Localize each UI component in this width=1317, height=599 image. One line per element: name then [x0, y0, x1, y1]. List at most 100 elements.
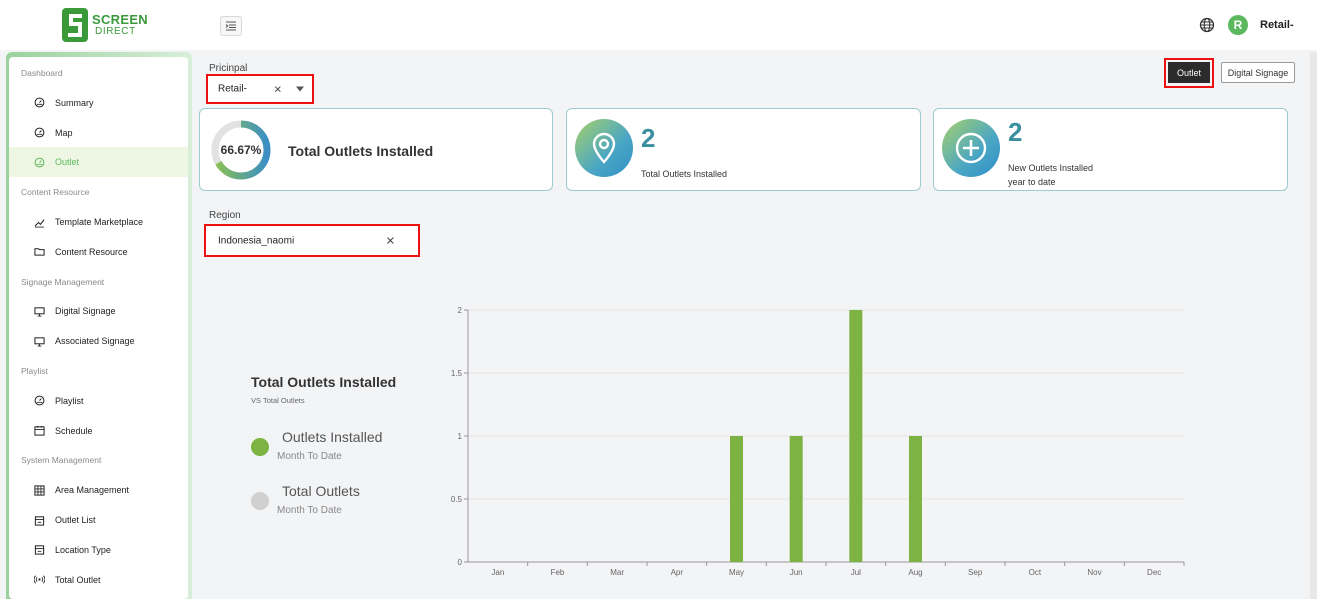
principal-clear-icon[interactable]: ×: [274, 82, 282, 97]
gauge-icon: [33, 97, 45, 109]
signal-icon: [33, 574, 45, 586]
bar-may[interactable]: [730, 436, 743, 562]
new-outlets-card: 2 New Outlets Installed year to date: [933, 108, 1288, 191]
menu-icon: [225, 21, 236, 31]
sidebar-item-map[interactable]: Map: [9, 118, 188, 148]
avatar[interactable]: R: [1228, 15, 1248, 35]
x-tick-label: Oct: [1029, 568, 1042, 577]
gauge-icon: [33, 395, 45, 407]
sidebar-item-area-management[interactable]: Area Management: [9, 475, 188, 505]
chart-legend-title: Total Outlets Installed: [251, 374, 397, 390]
sidebar-item-digital-signage[interactable]: Digital Signage: [9, 296, 188, 326]
installed-percentage-card: 66.67% Total Outlets Installed: [199, 108, 553, 191]
logo-mark: [62, 8, 88, 42]
chevron-down-icon[interactable]: [296, 86, 304, 92]
sidebar-item-location-type[interactable]: Location Type: [9, 535, 188, 565]
sidebar-section-content-resource: Content Resource: [9, 177, 188, 207]
sidebar-section-system-management: System Management: [9, 445, 188, 475]
sidebar-section-signage-management: Signage Management: [9, 267, 188, 297]
card-title: Total Outlets Installed: [288, 143, 434, 159]
x-tick-label: Jan: [491, 568, 504, 577]
calendar-icon: [33, 425, 45, 437]
x-tick-label: Jul: [851, 568, 861, 577]
sidebar-item-label: Template Marketplace: [55, 217, 144, 227]
monitor-icon: [33, 335, 45, 347]
sidebar-item-schedule[interactable]: Schedule: [9, 416, 188, 446]
bar-aug[interactable]: [909, 436, 922, 562]
chart-line-icon: [33, 216, 45, 228]
legend-dot-installed: [251, 438, 269, 456]
region-value: Indonesia_naomi: [218, 235, 295, 246]
map-pin-icon: [575, 119, 633, 177]
principal-value: Retail-: [218, 83, 247, 95]
legend-item-sub: Month To Date: [277, 451, 342, 462]
principal-label: Pricinpal: [209, 63, 248, 74]
sidebar-section-dashboard: Dashboard: [9, 58, 188, 88]
sidebar-item-content-resource[interactable]: Content Resource: [9, 237, 188, 267]
gauge-icon: [33, 156, 45, 168]
sidebar: Dashboard Summary Map Outlet Content Resourc…: [9, 57, 188, 599]
region-select[interactable]: Indonesia_naomi ×: [204, 224, 420, 257]
sidebar-item-label: Total Outlet: [55, 574, 101, 585]
top-bar: SCREEN DIRECT R Retail-: [0, 0, 1317, 50]
sidebar-item-label: Schedule: [55, 425, 93, 436]
sidebar-item-outlet-list[interactable]: Outlet List: [9, 505, 188, 535]
digital-signage-view-button[interactable]: Digital Signage: [1221, 62, 1295, 83]
new-outlets-value: 2: [1008, 117, 1023, 147]
sidebar-item-label: Content Resource: [55, 246, 128, 257]
y-tick-label: 1: [458, 432, 463, 441]
x-tick-label: Feb: [551, 568, 565, 577]
x-tick-label: May: [729, 568, 744, 577]
chart-legend-subtitle: VS Total Outlets: [251, 396, 305, 405]
legend-item-sub: Month To Date: [277, 505, 342, 516]
sidebar-item-template-marketplace[interactable]: Template Marketplace: [9, 207, 188, 237]
globe-icon[interactable]: [1199, 17, 1215, 33]
sidebar-item-label: Map: [55, 127, 73, 138]
bar-jul[interactable]: [849, 310, 863, 562]
principal-select[interactable]: Retail- ×: [206, 74, 314, 104]
menu-toggle-button[interactable]: [220, 16, 242, 36]
legend-dot-total: [251, 492, 269, 510]
new-outlets-label-line1: New Outlets Installed: [1008, 163, 1094, 173]
grid-icon: [33, 484, 45, 496]
x-tick-label: Dec: [1147, 568, 1161, 577]
x-tick-label: Aug: [908, 568, 922, 577]
page-scrollbar[interactable]: [1310, 52, 1317, 599]
y-tick-label: 1.5: [451, 369, 463, 378]
sidebar-item-label: Location Type: [55, 544, 111, 555]
legend-item-name: Outlets Installed: [282, 429, 383, 445]
sidebar-item-outlet[interactable]: Outlet: [9, 147, 188, 178]
total-outlets-label: Total Outlets Installed: [641, 169, 728, 179]
brand-name-line2: DIRECT: [95, 26, 136, 37]
sidebar-item-label: Signage Management: [21, 276, 105, 287]
sidebar-item-label: System Management: [21, 455, 102, 466]
store-icon: [33, 544, 45, 556]
installed-percentage: 66.67%: [220, 143, 262, 157]
sidebar-item-associated-signage[interactable]: Associated Signage: [9, 326, 188, 356]
sidebar-section-playlist: Playlist: [9, 356, 188, 386]
x-tick-label: Apr: [671, 568, 684, 577]
sidebar-item-label: Playlist: [21, 366, 48, 376]
sidebar-item-label: Content Resource: [21, 187, 90, 198]
sidebar-item-label: Digital Signage: [55, 306, 116, 317]
sidebar-item-label: Outlet: [55, 157, 80, 168]
new-outlets-label-line2: year to date: [1008, 177, 1056, 187]
sidebar-item-summary[interactable]: Summary: [9, 88, 188, 118]
outlet-view-button[interactable]: Outlet: [1168, 62, 1210, 83]
total-outlets-card: 2 Total Outlets Installed: [566, 108, 921, 191]
bar-jun[interactable]: [789, 436, 803, 562]
brand-logo[interactable]: SCREEN DIRECT: [62, 8, 148, 42]
x-tick-label: Sep: [968, 568, 983, 577]
sidebar-item-total-outlet[interactable]: Total Outlet: [9, 565, 188, 595]
sidebar-item-label: Summary: [55, 97, 94, 108]
region-clear-icon[interactable]: ×: [386, 232, 395, 249]
plus-circle-icon: [942, 119, 1000, 177]
sidebar-item-label: Area Management: [55, 485, 130, 496]
sidebar-item-label: Dashboard: [21, 68, 63, 78]
region-label: Region: [209, 210, 241, 221]
sidebar-item-label: Outlet List: [55, 515, 96, 525]
x-tick-label: Jun: [790, 568, 803, 577]
sidebar-item-playlist[interactable]: Playlist: [9, 386, 188, 416]
user-name[interactable]: Retail-: [1260, 19, 1294, 31]
legend-item-name: Total Outlets: [282, 483, 360, 499]
